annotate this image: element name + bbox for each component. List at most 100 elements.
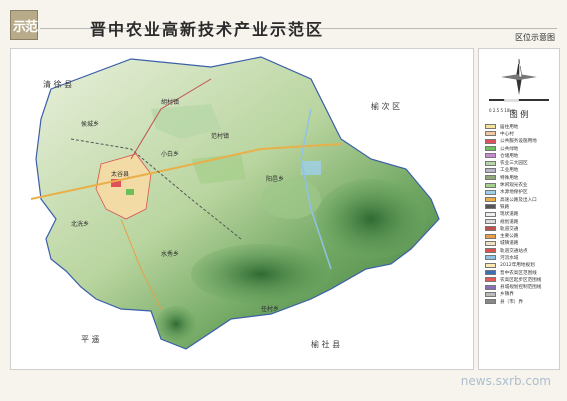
legend-swatch — [485, 299, 496, 305]
legend-swatch — [485, 226, 496, 232]
legend-item: 县城规划控制范围线 — [485, 284, 557, 291]
legend-item-label: 水源地保护区 — [500, 190, 528, 196]
legend-swatch — [485, 146, 496, 152]
legend-item: 仓储用地 — [485, 152, 557, 159]
legend-item: 乡镇界 — [485, 291, 557, 298]
logo: 示范 — [10, 10, 38, 40]
legend-item-label: 县城规划控制范围线 — [500, 285, 542, 291]
place-label: 太谷县 — [111, 171, 130, 178]
legend-item: 铁路 — [485, 203, 557, 210]
legend-item-label: 县（市）界 — [500, 299, 523, 305]
legend-swatch — [485, 182, 496, 188]
legend-item: 公共绿地 — [485, 145, 557, 152]
page-subtitle: 区位示意图 — [515, 33, 555, 42]
legend-item-label: 居住用地 — [500, 124, 519, 130]
mountain-southwest — [156, 306, 196, 342]
legend-item: 县（市）界 — [485, 298, 557, 305]
legend-item: 居住用地 — [485, 123, 557, 130]
footer: news.sxrb.com — [10, 374, 557, 394]
legend-item: 河流水域 — [485, 254, 557, 261]
place-label: 北洸乡 — [71, 221, 90, 228]
place-label: 任村乡 — [261, 306, 280, 313]
place-label: 范村镇 — [211, 133, 230, 140]
place-label: 阳邑乡 — [266, 176, 285, 183]
legend-item: 现状道路 — [485, 211, 557, 218]
legend-item-label: 河流水域 — [500, 255, 519, 261]
legend-swatch — [485, 262, 496, 268]
legend-item-label: 公共服务设施用地 — [500, 139, 537, 145]
legend-item: 主要公路 — [485, 232, 557, 239]
county-label-pingyao: 平 遥 — [81, 335, 100, 344]
legend-swatch — [485, 175, 496, 181]
mountain-south — [191, 244, 331, 304]
legend-item-label: 农高区起步区范围线 — [500, 277, 542, 283]
legend-item: 轨道交通站点 — [485, 247, 557, 254]
legend-swatch — [485, 197, 496, 203]
legend-item: 2012年用地规划 — [485, 262, 557, 269]
map-svg — [30, 56, 440, 350]
legend-swatch — [485, 153, 496, 159]
legend-item: 规划道路 — [485, 218, 557, 225]
legend-item-label: 乡镇界 — [500, 292, 514, 298]
legend-item: 高速公路及出入口 — [485, 196, 557, 203]
page-title: 晋中农业高新技术产业示范区 — [90, 20, 325, 39]
county-label-yuci: 榆 次 区 — [371, 102, 401, 111]
legend-item-label: 现状道路 — [500, 212, 519, 218]
legend-item: 中心村 — [485, 130, 557, 137]
legend-swatch — [485, 248, 496, 254]
legend-item: 农高区起步区范围线 — [485, 276, 557, 283]
legend-swatch — [485, 233, 496, 239]
legend-item-label: 公共绿地 — [500, 146, 519, 152]
county-label-qingxu: 清 徐 县 — [43, 80, 73, 89]
urban-green — [126, 189, 134, 195]
legend-item-label: 农业三大园区 — [500, 161, 528, 167]
place-label: 侯城乡 — [81, 121, 100, 128]
watermark: news.sxrb.com — [460, 374, 551, 388]
legend-swatch — [485, 291, 496, 297]
place-label: 胡村镇 — [161, 99, 180, 106]
legend-swatch — [485, 160, 496, 166]
place-label: 水秀乡 — [161, 251, 180, 258]
legend-item: 晋中农高区范围线 — [485, 269, 557, 276]
legend-item: 城镇道路 — [485, 240, 557, 247]
legend-item: 特殊用地 — [485, 174, 557, 181]
county-label-yushe: 榆 社 县 — [311, 340, 341, 349]
legend-item-label: 休闲观光农业 — [500, 183, 528, 189]
legend-item: 公共服务设施用地 — [485, 138, 557, 145]
legend-item-label: 轨道交通站点 — [500, 248, 528, 254]
legend-swatch — [485, 131, 496, 137]
legend-item-label: 规划道路 — [500, 219, 519, 225]
header: 示范 晋中农业高新技术产业示范区 区位示意图 — [10, 10, 557, 42]
legend-swatch — [485, 189, 496, 195]
legend-panel: N 0 2.5 5 10km 图 例 居住用地 中心村 公共服务设施用地 公共绿地 仓储… — [478, 48, 560, 370]
legend-swatch — [485, 277, 496, 283]
logo-text: 示范 — [12, 20, 38, 35]
legend-swatch — [485, 124, 496, 130]
legend-title: 图 例 — [509, 110, 529, 119]
legend-item-label: 主要公路 — [500, 234, 519, 240]
mountain-east — [316, 179, 426, 259]
legend-item-label: 城镇道路 — [500, 241, 519, 247]
legend-item-label: 高速公路及出入口 — [500, 197, 537, 203]
place-label: 小白乡 — [161, 151, 180, 158]
legend-swatch — [485, 211, 496, 217]
legend-item: 工业用地 — [485, 167, 557, 174]
legend-item-label: 晋中农高区范围线 — [500, 270, 537, 276]
legend-swatch — [485, 204, 496, 210]
legend-item-label: 铁路 — [500, 204, 510, 210]
legend-swatch — [485, 284, 496, 290]
scale-bar — [489, 99, 549, 102]
legend-item-label: 仓储用地 — [500, 153, 519, 159]
legend-list: 居住用地 中心村公共服务设施用地 公共绿地 仓储用地农业三大园区 工业用地 特殊用地休闲观… — [485, 123, 557, 305]
map-sheet: 示范 晋中农业高新技术产业示范区 区位示意图 清 徐 县 榆 次 区 平 遥 榆… — [0, 0, 567, 401]
legend-swatch — [485, 219, 496, 224]
compass-icon: N — [501, 58, 537, 95]
legend-swatch — [485, 270, 496, 276]
legend-swatch — [485, 138, 496, 144]
legend-item: 水源地保护区 — [485, 189, 557, 196]
legend-swatch — [485, 167, 496, 173]
legend-swatch — [485, 255, 496, 261]
legend-item: 农业三大园区 — [485, 159, 557, 166]
legend-item-label: 2012年用地规划 — [500, 263, 535, 269]
legend-swatch — [485, 240, 496, 246]
